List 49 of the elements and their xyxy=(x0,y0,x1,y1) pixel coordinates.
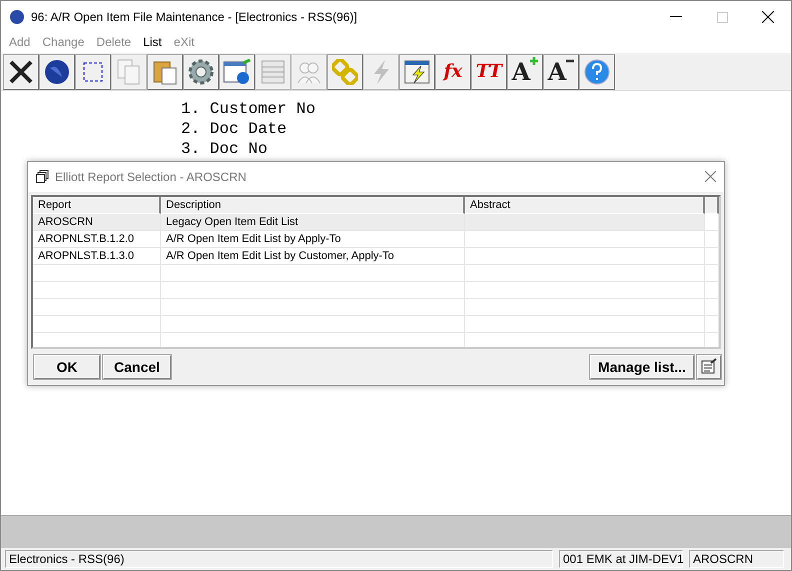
dialog-button[interactable]: Cancel xyxy=(103,355,171,379)
font-glyph-icon: fx xyxy=(444,61,462,82)
window-title: 96: A/R Open Item File Maintenance - [Electronics - RSS(96)] xyxy=(31,10,358,24)
column-header[interactable]: Description xyxy=(161,196,465,214)
column-header[interactable]: Report xyxy=(33,196,161,214)
status-panel: Electronics - RSS(96) xyxy=(5,550,553,568)
close-icon xyxy=(762,11,774,23)
table-cell: A/R Open Item Edit List by Apply-To xyxy=(161,230,465,248)
close-icon[interactable] xyxy=(705,171,716,182)
lightning-icon xyxy=(371,58,391,84)
globe-icon xyxy=(44,58,70,84)
close-icon xyxy=(8,58,34,84)
dialog-button[interactable]: OK xyxy=(34,355,100,379)
window-info-icon xyxy=(223,58,251,84)
properties-button[interactable] xyxy=(697,355,721,379)
chain-icon xyxy=(332,58,358,84)
menu-item[interactable]: List xyxy=(143,35,162,49)
status-panel: AROSCRN xyxy=(689,550,784,568)
windows-icon xyxy=(36,170,49,184)
table-cell[interactable]: AROPNLST.B.1.2.0 xyxy=(33,230,161,248)
dialog-title: Elliott Report Selection - AROSCRN xyxy=(55,170,248,184)
manage-list-button[interactable]: Manage list... xyxy=(590,355,694,379)
sort-option: 2. Doc Date xyxy=(181,119,791,139)
table-cell: A/R Open Item Edit List by Customer, Apply-To xyxy=(161,248,465,265)
sort-option: 1. Customer No xyxy=(181,99,791,119)
users-icon xyxy=(296,60,322,84)
toolbar-button[interactable]: TT xyxy=(471,54,507,90)
table-icon xyxy=(261,60,285,84)
maximize-icon xyxy=(716,12,728,22)
window-lightning-icon xyxy=(404,60,430,84)
table-cell: Legacy Open Item Edit List xyxy=(161,214,465,231)
table-cell[interactable]: AROSCRN xyxy=(33,214,161,231)
gear-icon xyxy=(188,58,214,84)
status-panel: 001 EMK at JIM-DEV1 xyxy=(559,550,683,568)
toolbar-button[interactable] xyxy=(219,54,255,90)
app-globe-icon xyxy=(9,9,25,25)
toolbar-button[interactable] xyxy=(39,54,75,90)
column-header[interactable]: Abstract xyxy=(465,196,705,214)
paste-icon xyxy=(153,58,177,84)
toolbar-button[interactable] xyxy=(3,54,39,90)
toolbar-button[interactable]: fx xyxy=(435,54,471,90)
copy-icon xyxy=(117,58,141,84)
minimize-icon xyxy=(670,16,682,18)
font-glyph-icon: TT xyxy=(476,61,502,82)
toolbar-button[interactable] xyxy=(75,54,111,90)
table-cell[interactable]: AROPNLST.B.1.3.0 xyxy=(33,248,161,265)
sort-option: 3. Doc No xyxy=(181,139,791,159)
dashed-selection-icon xyxy=(83,62,103,82)
help-icon xyxy=(584,58,610,84)
